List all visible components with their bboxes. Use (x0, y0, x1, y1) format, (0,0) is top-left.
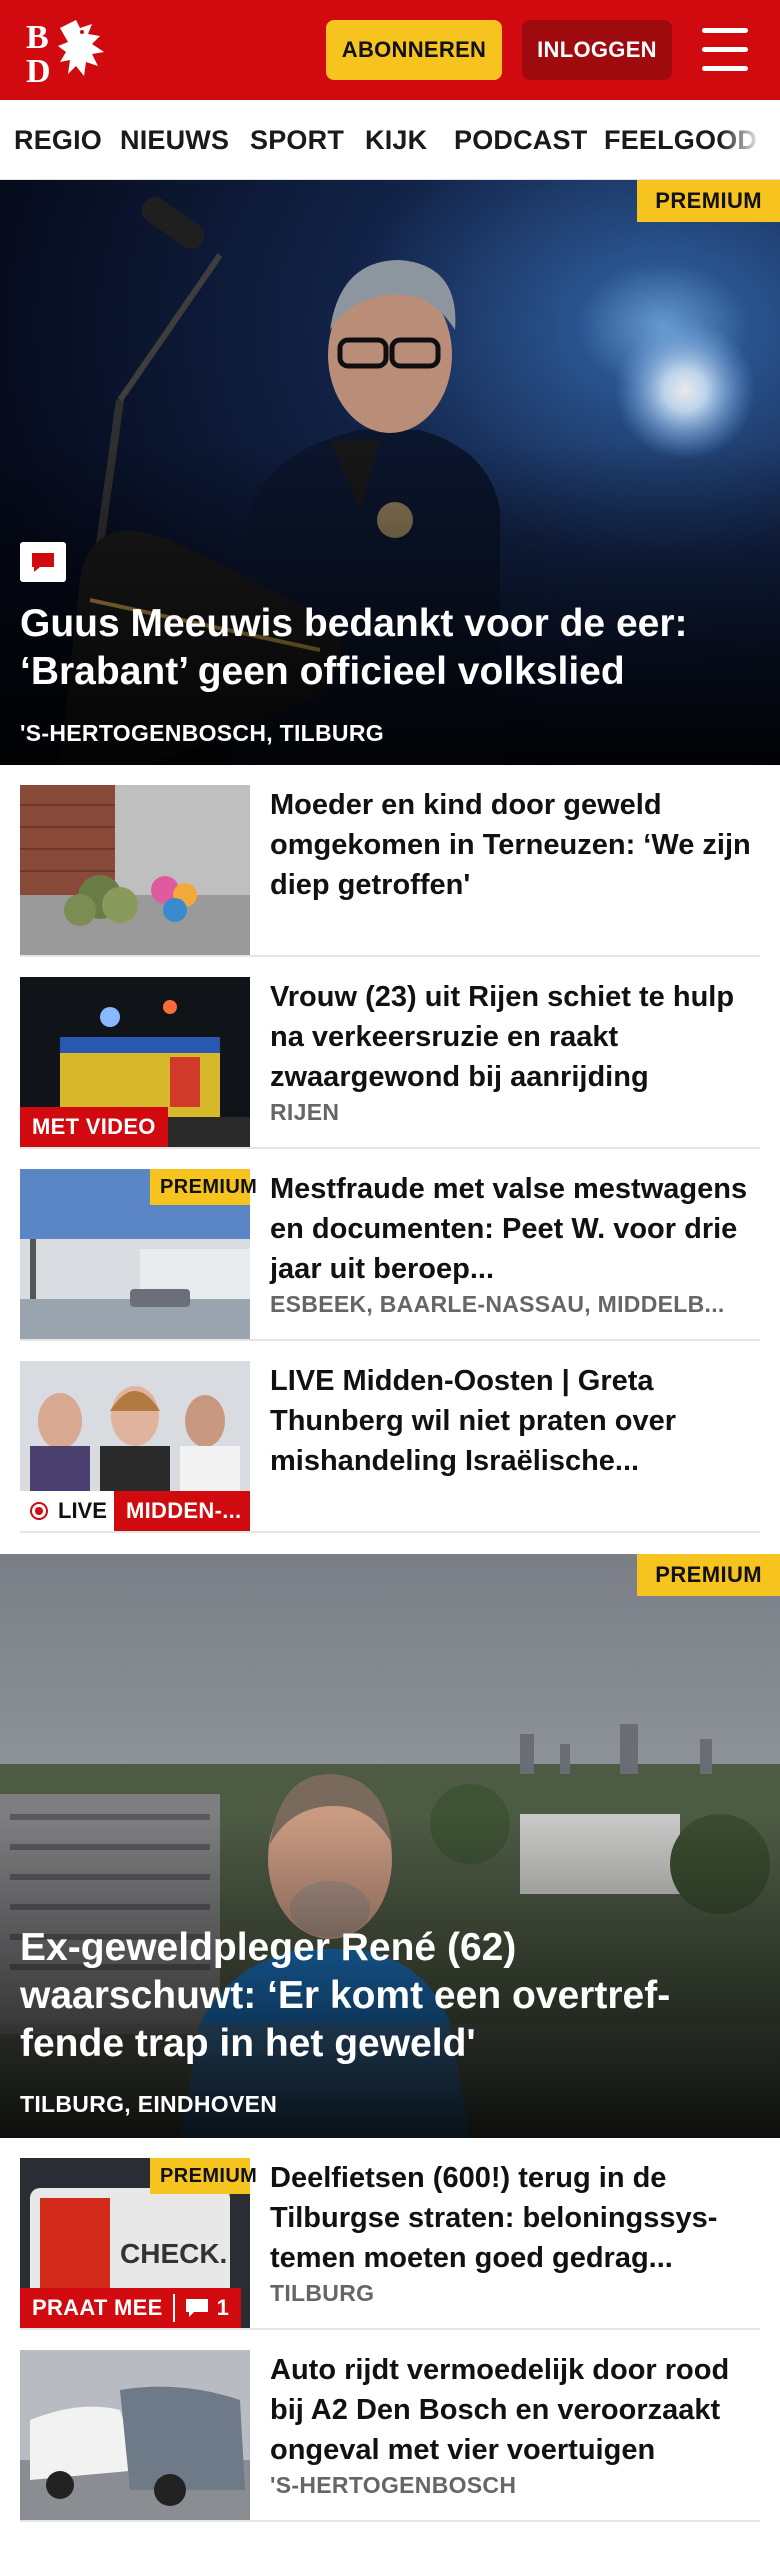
discuss-label: PRAAT MEE (32, 2295, 163, 2320)
list-item[interactable]: CHECK. PREMIUM PRAAT MEE 1 Deelfietsen (… (20, 2138, 760, 2330)
comment-count: 1 (216, 2295, 230, 2320)
article-location: 'S-HERTOGENBOSCH (270, 2472, 517, 2498)
topic-tag[interactable]: MIDDEN-... (114, 1491, 250, 1531)
live-dot-icon (30, 1502, 48, 1520)
hero-location: 'S-HERTOGENBOSCH, TILBURG (20, 720, 384, 746)
top-bar: B D ABONNEREN INLOGGEN (0, 0, 780, 100)
thumbnail-crash (20, 2350, 250, 2520)
article-title[interactable]: Mestfraude met valse mestwagens en docum… (270, 1169, 760, 1289)
article-title[interactable]: Deelfietsen (600!) terug in de Tilburgse… (270, 2158, 760, 2278)
nav-item-sport[interactable]: SPORT (250, 100, 344, 179)
section-nav: REGIO NIEUWS SPORT KIJK PODCAST FEELGOOD… (0, 100, 780, 180)
nav-fade (720, 100, 780, 179)
premium-badge: PREMIUM (637, 1554, 780, 1596)
nav-item-nieuws[interactable]: NIEUWS (120, 100, 229, 179)
hero-location: TILBURG, EINDHOVEN (20, 2091, 278, 2117)
nav-item-podcast[interactable]: PODCAST (454, 100, 587, 179)
list-item[interactable]: PREMIUM Mestfraude met valse mestwagens … (20, 1149, 760, 1341)
article-location: TILBURG (270, 2280, 375, 2306)
list-item[interactable]: LIVE MIDDEN-... LIVE Midden-Oosten | Gre… (20, 1341, 760, 1533)
hero-title[interactable]: Ex-geweldpleger René (62) waarschuwt: ‘E… (20, 1924, 760, 2068)
logo-letter-d: D (26, 53, 51, 86)
tag-divider (172, 2294, 175, 2322)
nav-item-regio[interactable]: REGIO (14, 100, 102, 179)
live-label: LIVE (58, 1498, 107, 1523)
live-tag: LIVE (20, 1491, 117, 1531)
thumbnail-flowers (20, 785, 250, 955)
article-location: RIJEN (270, 1099, 340, 1125)
hero-article-meeuwis[interactable]: PREMIUM Guus Meeuwis bedankt voor de eer… (0, 180, 780, 765)
bd-logo[interactable]: B D (20, 14, 120, 90)
login-button[interactable]: INLOGGEN (522, 20, 672, 80)
premium-badge: PREMIUM (150, 1169, 257, 1205)
video-tag: MET VIDEO (20, 1107, 168, 1147)
article-title[interactable]: Vrouw (23) uit Rijen schiet te hulp na v… (270, 977, 760, 1097)
comment-icon[interactable] (20, 542, 66, 582)
premium-badge: PREMIUM (150, 2158, 257, 2194)
article-location: ESBEEK, BAARLE-NASSAU, MIDDELB... (270, 1291, 725, 1317)
list-item[interactable]: Moeder en kind door geweld omgekomen in … (20, 765, 760, 957)
premium-badge: PREMIUM (637, 180, 780, 222)
article-title[interactable]: Moeder en kind door geweld omgekomen in … (270, 785, 760, 905)
article-title[interactable]: LIVE Midden-Oosten | Greta Thunberg wil … (270, 1361, 760, 1481)
hero-title[interactable]: Guus Meeuwis bedankt voor de eer: ‘Braba… (20, 600, 760, 696)
article-title[interactable]: Auto rijdt vermoedelijk door rood bij A2… (270, 2350, 760, 2470)
hero-article-rene[interactable]: PREMIUM Ex-geweldpleger René (62) waarsc… (0, 1554, 780, 2138)
comment-icon (185, 2299, 208, 2317)
list-item[interactable]: Auto rijdt vermoedelijk door rood bij A2… (20, 2330, 760, 2522)
nav-item-kijk[interactable]: KIJK (365, 100, 427, 179)
subscribe-button[interactable]: ABONNEREN (326, 20, 502, 80)
menu-icon[interactable] (696, 22, 754, 78)
thumb-check-text: CHECK. (120, 2238, 227, 2269)
discuss-tag[interactable]: PRAAT MEE 1 (20, 2288, 242, 2328)
list-item[interactable]: MET VIDEO Vrouw (23) uit Rijen schiet te… (20, 957, 760, 1149)
logo-letter-b: B (26, 19, 49, 56)
